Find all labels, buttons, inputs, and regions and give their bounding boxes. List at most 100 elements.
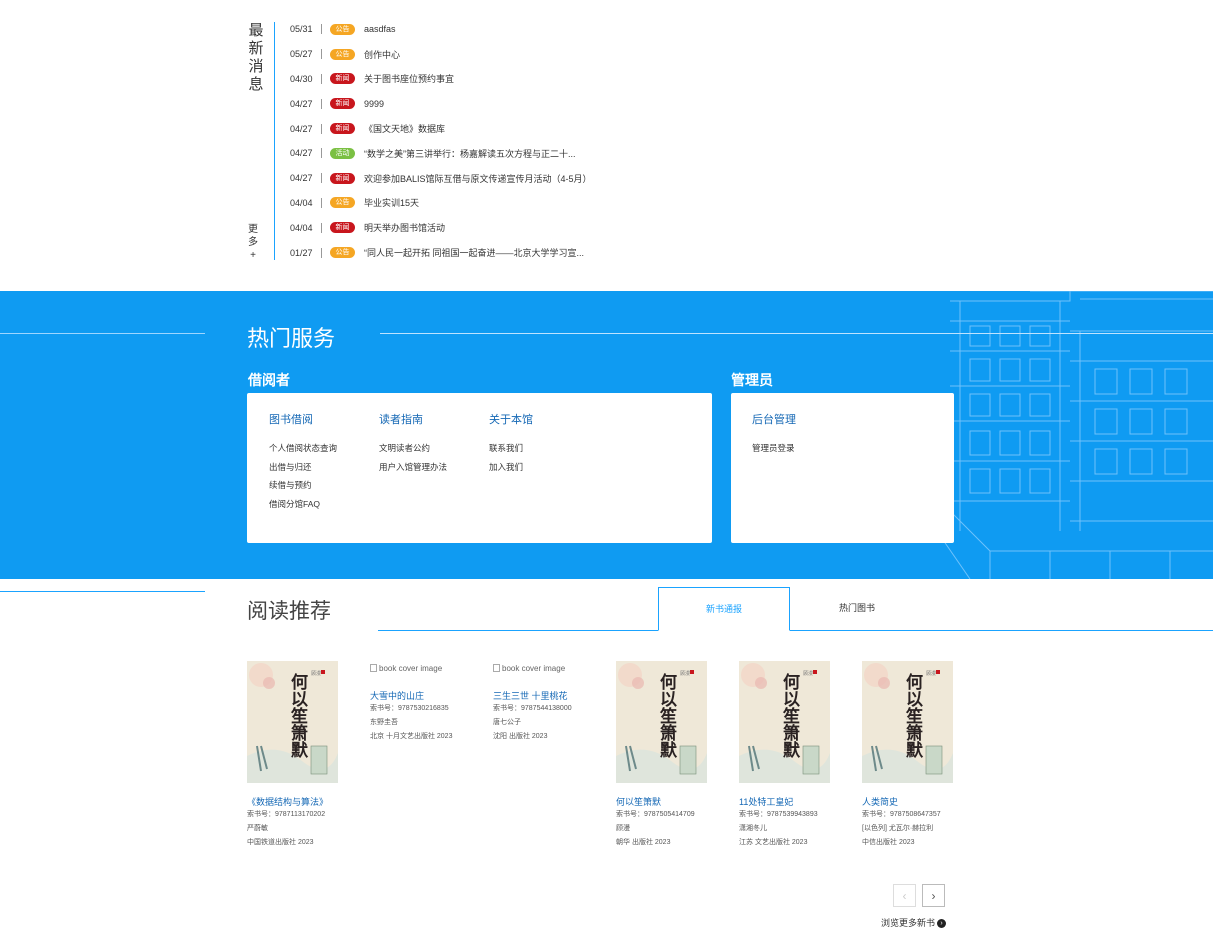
news-link[interactable]: “同人民一起开拓 同祖国一起奋进——北京大学学习宣... (364, 246, 584, 259)
book-isbn: 索书号：9787539943893 (739, 811, 818, 818)
news-more-char: 多 (248, 237, 258, 248)
book-cover-lettering: 何以笙箫默 (291, 673, 308, 761)
news-item: 04/30 新闻 关于图书座位预约事宜 (290, 67, 592, 92)
news-link[interactable]: 9999 (364, 99, 384, 109)
news-link[interactable]: 毕业实训15天 (364, 196, 419, 209)
recommend-line-left (0, 591, 205, 592)
book-title[interactable]: 何以笙箫默 (616, 795, 726, 808)
service-link[interactable]: 联系我们 (489, 439, 533, 458)
news-tag-badge: 公告 (330, 197, 355, 209)
broken-image-icon (493, 664, 500, 672)
news-date: 04/04 (290, 197, 313, 208)
news-link[interactable]: 明天举办图书馆活动 (364, 221, 445, 234)
service-link[interactable]: 借阅分馆FAQ (269, 495, 337, 514)
book-cover-alt: book cover image (379, 663, 443, 673)
news-tag-badge: 公告 (330, 48, 355, 60)
news-link[interactable]: 《国文天地》数据库 (364, 122, 445, 135)
news-separator (321, 247, 322, 258)
admin-login-link[interactable]: 管理员登录 (752, 439, 796, 458)
book-isbn: 索书号：9787544138000 (493, 705, 572, 712)
book-author: 东野圭吾 (370, 719, 398, 726)
news-tag-badge: 新闻 (330, 222, 355, 234)
book-cover-lettering: 何以笙箫默 (783, 673, 800, 761)
book-title[interactable]: 人类简史 (862, 795, 972, 808)
book-isbn: 索书号：9787530216835 (370, 705, 449, 712)
news-title-char: 新 (248, 40, 264, 57)
book-title[interactable]: 11处特工皇妃 (739, 795, 849, 808)
service-link[interactable]: 加入我们 (489, 458, 533, 477)
news-section-title: 最 新 消 息 (248, 22, 264, 94)
tab-hot-books[interactable]: 热门图书 (790, 587, 924, 630)
book-isbn: 索书号：9787508647357 (862, 811, 941, 818)
news-more-link[interactable]: 更 多 + (248, 223, 258, 262)
tab-underline (378, 630, 1213, 631)
service-link[interactable]: 文明读者公约 (379, 439, 447, 458)
service-column-guide: 读者指南 文明读者公约 用户入馆管理办法 (379, 411, 447, 476)
book-cover-image[interactable]: 顾漫 何以笙箫默 (739, 661, 830, 783)
news-separator (321, 123, 322, 134)
book-card[interactable]: book cover image 大雪中的山庄索书号：9787530216835 东… (370, 661, 480, 744)
book-card[interactable]: 顾漫 何以笙箫默 《数据结构与算法》 索书号：9787113170202 严蔚敏 中国… (247, 661, 357, 850)
book-cover-image[interactable]: 顾漫 何以笙箫默 (247, 661, 338, 783)
news-separator (321, 173, 322, 184)
book-publisher: 朝华 出版社 2023 (616, 839, 671, 846)
news-item: 04/04 新闻 明天举办图书馆活动 (290, 215, 592, 240)
book-card[interactable]: 顾漫 何以笙箫默 何以笙箫默索书号：9787505414709 顾漫朝华 出版社 … (616, 661, 726, 850)
prev-page-button[interactable]: ‹ (893, 884, 916, 907)
service-link[interactable]: 出借与归还 (269, 458, 337, 477)
book-title[interactable]: 《数据结构与算法》 (247, 795, 357, 808)
news-item: 04/27 新闻 9999 (290, 91, 592, 116)
services-line-right (380, 333, 1213, 334)
news-date: 04/27 (290, 123, 313, 134)
news-separator (321, 197, 322, 208)
service-column-head[interactable]: 图书借阅 (269, 411, 337, 427)
news-link[interactable]: 创作中心 (364, 48, 400, 61)
book-title[interactable]: 大雪中的山庄 (370, 689, 480, 702)
news-item: 04/27 新闻 《国文天地》数据库 (290, 116, 592, 141)
tab-new-books[interactable]: 新书通报 (658, 587, 790, 631)
book-cover-image[interactable]: 顾漫 何以笙箫默 (616, 661, 707, 783)
news-title-char: 息 (248, 76, 264, 93)
book-cover-image[interactable]: book cover image (370, 661, 480, 675)
book-author: 顾漫 (616, 825, 630, 832)
service-column-head[interactable]: 读者指南 (379, 411, 447, 427)
news-link[interactable]: aasdfas (364, 24, 396, 34)
admin-services-card: 后台管理 管理员登录 (731, 393, 954, 543)
book-author: 唐七公子 (493, 719, 521, 726)
book-publisher: 中国铁道出版社 2023 (247, 839, 314, 846)
news-link[interactable]: 欢迎参加BALIS馆际互借与原文传递宣传月活动（4-5月） (364, 172, 592, 185)
news-title-char: 消 (248, 58, 264, 75)
news-tag-badge: 新闻 (330, 98, 355, 110)
book-isbn: 索书号：9787113170202 (247, 811, 326, 818)
service-column-head[interactable]: 关于本馆 (489, 411, 533, 427)
service-column-admin: 后台管理 管理员登录 (752, 411, 796, 458)
book-author: 潇湘冬儿 (739, 825, 767, 832)
news-date: 05/31 (290, 24, 313, 35)
service-link[interactable]: 用户入馆管理办法 (379, 458, 447, 477)
service-link[interactable]: 续借与预约 (269, 476, 337, 495)
service-link[interactable]: 个人借阅状态查询 (269, 439, 337, 458)
news-item: 05/31 公告 aasdfas (290, 17, 592, 42)
news-tag-badge: 公告 (330, 247, 355, 259)
news-link[interactable]: “数学之美”第三讲举行：杨嘉解读五次方程与正二十... (364, 147, 576, 160)
book-cover-image[interactable]: book cover image (493, 661, 603, 675)
book-isbn: 索书号：9787505414709 (616, 811, 695, 818)
book-title[interactable]: 三生三世 十里桃花 (493, 689, 603, 702)
book-card[interactable]: book cover image 三生三世 十里桃花索书号：97875441380… (493, 661, 603, 744)
news-tag-badge: 活动 (330, 147, 355, 159)
browse-more-books-link[interactable]: 浏览更多新书 › (881, 916, 947, 929)
book-cover-alt: book cover image (502, 663, 566, 673)
browse-more-label: 浏览更多新书 (881, 918, 936, 928)
news-date: 04/30 (290, 73, 313, 84)
service-column-head[interactable]: 后台管理 (752, 411, 796, 427)
news-link[interactable]: 关于图书座位预约事宜 (364, 72, 454, 85)
news-separator (321, 222, 322, 233)
news-tag-badge: 新闻 (330, 73, 355, 85)
book-cover-image[interactable]: 顾漫 何以笙箫默 (862, 661, 953, 783)
book-card[interactable]: 顾漫 何以笙箫默 11处特工皇妃 索书号：9787539943893 潇湘冬儿 江苏 … (739, 661, 849, 850)
recommend-title: 阅读推荐 (247, 600, 331, 623)
news-item: 04/27 活动 “数学之美”第三讲举行：杨嘉解读五次方程与正二十... (290, 141, 592, 166)
admin-label: 管理员 (731, 372, 773, 388)
book-card[interactable]: 顾漫 何以笙箫默 人类简史 索书号：9787508647357 [以色列] 尤瓦尔·… (862, 661, 972, 850)
next-page-button[interactable]: › (922, 884, 945, 907)
